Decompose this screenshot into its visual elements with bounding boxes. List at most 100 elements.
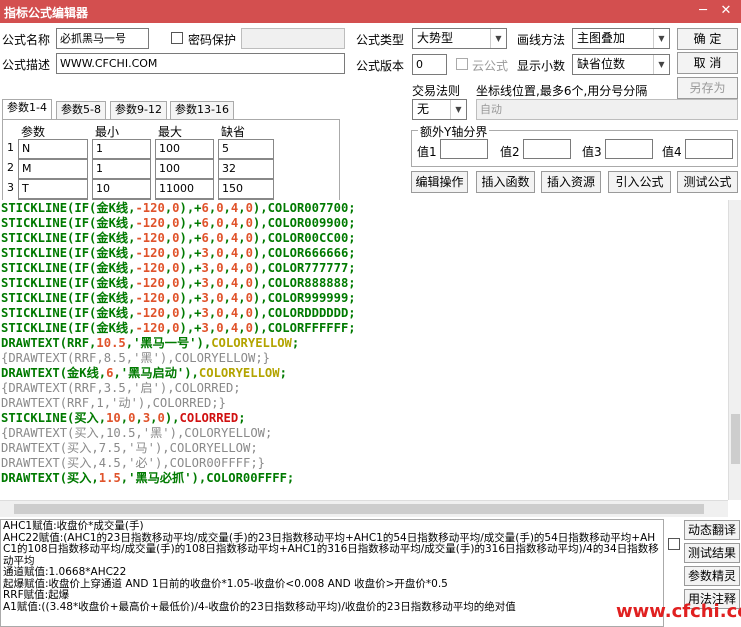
code-line: DRAWTEXT(买入,7.5,'马'),COLORYELLOW;: [1, 441, 258, 455]
formula-desc-label: 公式描述: [2, 58, 51, 72]
save-as-button[interactable]: 另存为: [677, 77, 738, 99]
password-checkbox[interactable]: [171, 32, 183, 44]
value-2-input[interactable]: [523, 139, 571, 159]
title-bar: 指标公式编辑器 ─ ✕: [0, 0, 741, 23]
password-label: 密码保护: [188, 33, 237, 47]
code-line: STICKLINE(IF(金K线,-120,0),+3,0,4,0),COLOR…: [1, 276, 356, 290]
code-line: DRAWTEXT(RRF,1,'动'),COLORRED;}: [1, 396, 226, 410]
code-line: STICKLINE(IF(金K线,-120,0),+6,0,4,0),COLOR…: [1, 231, 356, 245]
value-1-label: 值1: [417, 145, 437, 159]
value-3-input[interactable]: [605, 139, 653, 159]
close-button[interactable]: ✕: [716, 2, 736, 20]
cancel-button[interactable]: 取 消: [677, 52, 738, 74]
ok-button[interactable]: 确 定: [677, 28, 738, 50]
info-line: AHC22赋值:(AHC1的23日指数移动平均/成交量(手)的23日指数移动平均…: [3, 531, 659, 567]
info-line: AHC1赋值:收盘价*成交量(手): [3, 520, 144, 532]
param-max-input[interactable]: 11000: [155, 179, 214, 199]
code-line: {DRAWTEXT(买入,10.5,'黑'),COLORYELLOW;: [1, 426, 273, 440]
dynamic-translate-button[interactable]: 动态翻译: [684, 520, 740, 540]
password-input[interactable]: [241, 28, 345, 49]
insert-function-button[interactable]: 插入函数: [476, 171, 535, 193]
code-line: {DRAWTEXT(RRF,3.5,'启'),COLORRED;: [1, 381, 241, 395]
param-max-input[interactable]: 100: [155, 139, 214, 159]
formula-desc-input[interactable]: WWW.CFCHI.COM: [56, 53, 345, 74]
test-result-button[interactable]: 测试结果: [684, 543, 740, 563]
chevron-down-icon: ▼: [653, 55, 669, 74]
param-row-number: 3: [7, 181, 14, 194]
decimal-label: 显示小数: [517, 59, 566, 73]
param-max-input[interactable]: 100: [155, 159, 214, 179]
info-line: RRF赋值:起爆: [3, 589, 70, 601]
value-3-label: 值3: [582, 145, 602, 159]
param-name-input[interactable]: T: [18, 179, 88, 199]
param-row: 2 M 1 100 32: [3, 158, 339, 180]
tab-params-1-4[interactable]: 参数1-4: [2, 99, 52, 120]
value-4-input[interactable]: [685, 139, 733, 159]
code-line: STICKLINE(IF(金K线,-120,0),+3,0,4,0),COLOR…: [1, 306, 356, 320]
window-title: 指标公式编辑器: [4, 6, 89, 20]
param-default-input[interactable]: 5: [218, 139, 274, 159]
translate-checkbox[interactable]: [668, 538, 680, 550]
formula-type-value: 大势型: [417, 31, 454, 45]
code-line: STICKLINE(IF(金K线,-120,0),+3,0,4,0),COLOR…: [1, 291, 356, 305]
trade-rule-label: 交易法则: [412, 84, 461, 98]
cloud-formula-label: 云公式: [472, 59, 509, 73]
param-min-input[interactable]: 10: [92, 179, 151, 199]
code-editor[interactable]: STICKLINE(IF(金K线,-120,0),+6,0,4,0),COLOR…: [0, 200, 728, 500]
trade-rule-value: 无: [417, 102, 430, 116]
formula-name-label: 公式名称: [2, 33, 51, 47]
trade-rule-select[interactable]: 无 ▼: [412, 99, 467, 120]
param-row-number: 2: [7, 161, 14, 174]
edit-action-button[interactable]: 编辑操作: [411, 171, 468, 193]
draw-method-select[interactable]: 主图叠加 ▼: [572, 28, 670, 49]
info-line: A1赋值:((3.48*收盘价+最高价+最低价)/4-收盘价的23日指数移动平均…: [3, 600, 516, 613]
param-name-input[interactable]: M: [18, 159, 88, 179]
formula-type-label: 公式类型: [356, 33, 405, 47]
draw-method-value: 主图叠加: [577, 31, 626, 45]
coord-line-input[interactable]: 自动: [476, 99, 738, 120]
decimal-value: 缺省位数: [577, 57, 626, 71]
y-axis-group: 额外Y轴分界 值1 值2 值3 值4: [411, 123, 738, 167]
value-1-input[interactable]: [440, 139, 488, 159]
y-axis-group-title: 额外Y轴分界: [418, 123, 490, 140]
tab-params-5-8[interactable]: 参数5-8: [56, 101, 106, 119]
vertical-scrollbar[interactable]: [728, 200, 741, 500]
formula-name-input[interactable]: 必抓黑马一号: [56, 28, 149, 49]
insert-resource-button[interactable]: 插入资源: [541, 171, 601, 193]
code-line: DRAWTEXT(买入,4.5,'必'),COLOR00FFFF;}: [1, 456, 266, 470]
import-formula-button[interactable]: 引入公式: [608, 171, 671, 193]
scroll-thumb[interactable]: [731, 414, 740, 464]
code-line: DRAWTEXT(RRF,10.5,'黑马一号'),COLORYELLOW;: [1, 336, 300, 350]
draw-method-label: 画线方法: [517, 33, 566, 47]
code-line: STICKLINE(IF(金K线,-120,0),+6,0,4,0),COLOR…: [1, 216, 356, 230]
code-line: STICKLINE(IF(金K线,-120,0),+3,0,4,0),COLOR…: [1, 321, 356, 335]
test-formula-button[interactable]: 测试公式: [677, 171, 738, 193]
param-wizard-button[interactable]: 参数精灵: [684, 566, 740, 586]
chevron-down-icon: ▼: [490, 29, 506, 48]
formula-type-select[interactable]: 大势型 ▼: [412, 28, 507, 49]
cloud-formula-checkbox[interactable]: [456, 58, 468, 70]
decimal-select[interactable]: 缺省位数 ▼: [572, 54, 670, 75]
tab-params-9-12[interactable]: 参数9-12: [110, 101, 167, 119]
value-4-label: 值4: [662, 145, 682, 159]
code-line: STICKLINE(IF(金K线,-120,0),+3,0,4,0),COLOR…: [1, 261, 356, 275]
minimize-button[interactable]: ─: [693, 2, 713, 20]
coord-line-label: 坐标线位置,最多6个,用分号分隔: [476, 84, 648, 98]
code-line: STICKLINE(IF(金K线,-120,0),+3,0,4,0),COLOR…: [1, 246, 356, 260]
chevron-down-icon: ▼: [653, 29, 669, 48]
scroll-thumb[interactable]: [14, 504, 704, 514]
formula-version-input[interactable]: 0: [412, 54, 447, 75]
formula-version-label: 公式版本: [356, 59, 405, 73]
code-line: STICKLINE(买入,10,0,3,0),COLORRED;: [1, 411, 246, 425]
param-default-input[interactable]: 32: [218, 159, 274, 179]
param-row: 1 N 1 100 5: [3, 138, 339, 160]
translation-panel: AHC1赋值:收盘价*成交量(手) AHC22赋值:(AHC1的23日指数移动平…: [0, 519, 664, 627]
code-line: DRAWTEXT(买入,1.5,'黑马必抓'),COLOR00FFFF;: [1, 471, 295, 485]
param-min-input[interactable]: 1: [92, 159, 151, 179]
param-min-input[interactable]: 1: [92, 139, 151, 159]
param-default-input[interactable]: 150: [218, 179, 274, 199]
info-line: 通道赋值:1.0668*AHC22: [3, 566, 127, 578]
horizontal-scrollbar[interactable]: [0, 500, 728, 517]
tab-params-13-16[interactable]: 参数13-16: [170, 101, 234, 119]
param-name-input[interactable]: N: [18, 139, 88, 159]
